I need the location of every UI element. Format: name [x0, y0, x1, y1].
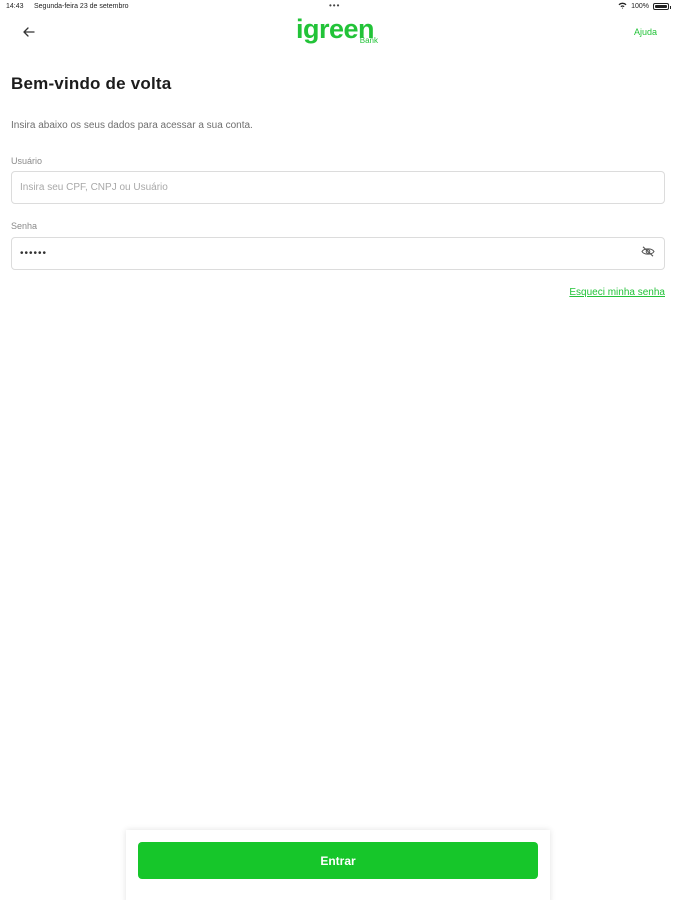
back-button[interactable]: [18, 24, 40, 42]
nav-bar: igreen Bank Ajuda: [0, 14, 675, 54]
enter-button[interactable]: Entrar: [138, 842, 538, 879]
toggle-password-visibility-button[interactable]: [640, 246, 656, 260]
status-date: Segunda-feira 23 de setembro: [34, 3, 129, 10]
help-link[interactable]: Ajuda: [634, 27, 657, 37]
user-field-label: Usuário: [11, 156, 43, 166]
battery-icon: [653, 3, 671, 10]
arrow-left-icon: [23, 24, 35, 42]
wifi-icon: [618, 2, 627, 11]
page-subtitle: Insira abaixo os seus dados para acessar…: [11, 120, 253, 131]
status-right-group: 100%: [618, 2, 671, 11]
eye-off-icon: [641, 244, 655, 262]
user-input[interactable]: [11, 171, 665, 204]
page-title: Bem-vindo de volta: [11, 74, 172, 93]
battery-percent: 100%: [631, 3, 649, 10]
password-field-label: Senha: [11, 221, 38, 231]
status-bar: 14:43 Segunda-feira 23 de setembro ••• 1…: [0, 0, 675, 14]
status-time: 14:43: [6, 3, 24, 10]
multitasking-dots-icon[interactable]: •••: [329, 1, 340, 10]
logo-subtext: Bank: [359, 36, 378, 45]
igreen-bank-logo: igreen Bank: [296, 14, 382, 48]
password-input[interactable]: [11, 237, 665, 270]
forgot-password-link[interactable]: Esqueci minha senha: [569, 287, 665, 298]
